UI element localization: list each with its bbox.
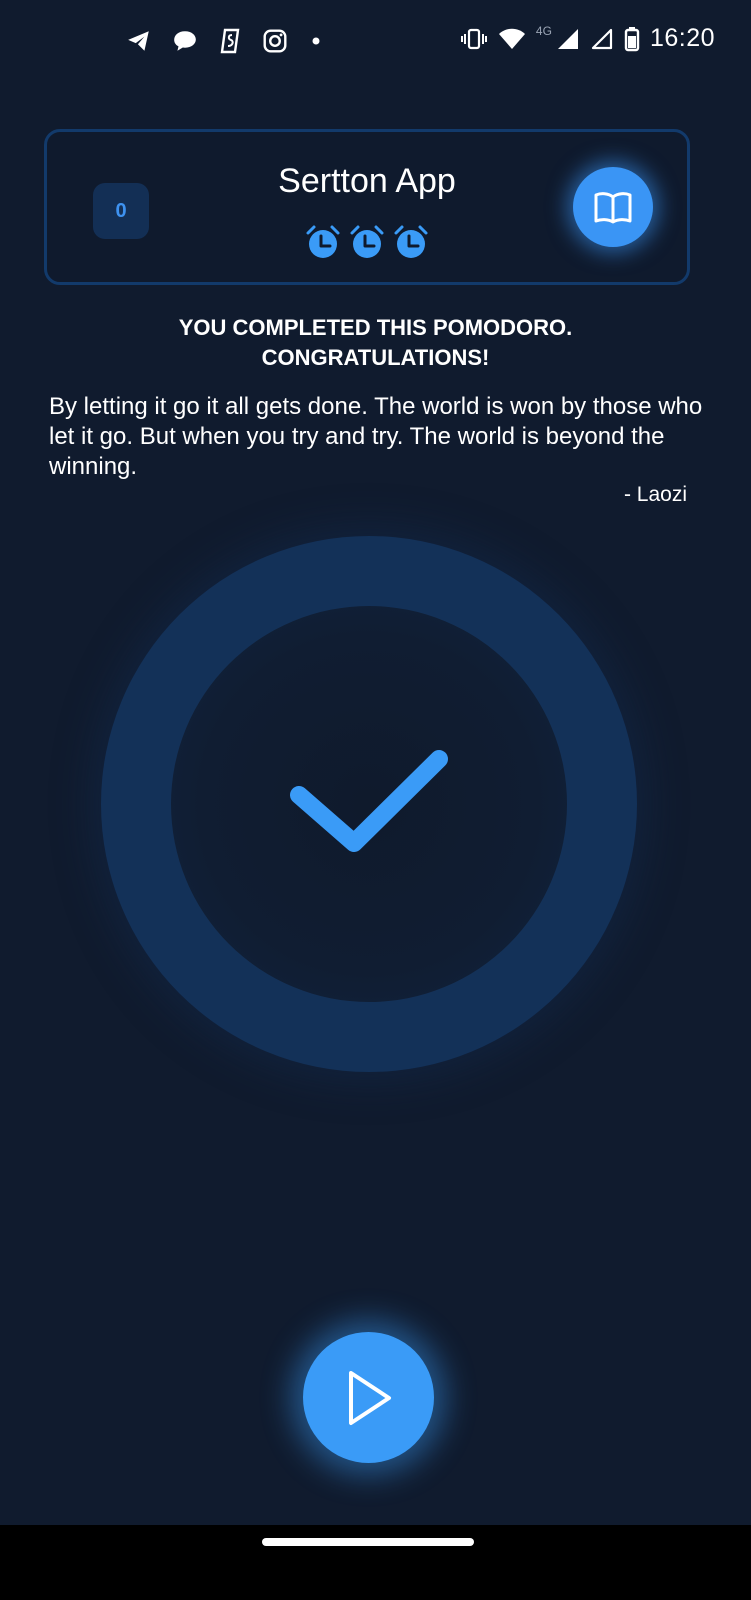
completion-ring-inner bbox=[171, 606, 567, 1002]
instagram-icon bbox=[262, 28, 288, 54]
vibrate-icon bbox=[460, 27, 488, 51]
congrats-line-2: CONGRATULATIONS! bbox=[261, 345, 490, 370]
home-gesture-handle[interactable] bbox=[262, 1538, 474, 1546]
alarm-indicator-row bbox=[305, 224, 429, 260]
signal-empty-icon bbox=[590, 27, 614, 51]
status-right-icons: 4G 16:20 bbox=[460, 24, 715, 53]
alarm-clock-icon bbox=[350, 225, 384, 258]
network-type-label: 4G bbox=[535, 23, 552, 38]
telegram-icon bbox=[126, 28, 152, 54]
app-screen: 4G 16:20 0 Sertton App YOU COMPLETED THI… bbox=[0, 0, 751, 1600]
completion-message: YOU COMPLETED THIS POMODORO. CONGRATULAT… bbox=[0, 313, 751, 373]
alarm-clock-icon bbox=[394, 225, 428, 258]
quote-author: - Laozi bbox=[623, 483, 687, 506]
open-book-button[interactable] bbox=[573, 167, 653, 247]
status-clock: 16:20 bbox=[649, 24, 715, 52]
play-icon bbox=[348, 1370, 391, 1425]
checkmark-icon bbox=[290, 750, 448, 852]
chat-bubble-icon bbox=[172, 28, 198, 54]
header-card: 0 Sertton App bbox=[44, 129, 690, 285]
wifi-icon bbox=[498, 27, 526, 51]
battery-icon bbox=[624, 26, 640, 52]
play-button[interactable] bbox=[303, 1332, 434, 1463]
system-nav-bar bbox=[0, 1525, 751, 1600]
quote-text: By letting it go it all gets done. The w… bbox=[49, 393, 703, 480]
status-left-icons bbox=[126, 28, 324, 54]
status-bar: 4G 16:20 bbox=[0, 0, 751, 86]
congrats-line-1: YOU COMPLETED THIS POMODORO. bbox=[178, 315, 573, 340]
notification-dot-icon bbox=[308, 33, 324, 49]
completion-ring bbox=[101, 536, 637, 1072]
shazam-icon bbox=[218, 28, 242, 54]
alarm-clock-icon bbox=[306, 225, 340, 258]
open-book-icon bbox=[594, 192, 632, 224]
signal-icon bbox=[556, 27, 580, 51]
